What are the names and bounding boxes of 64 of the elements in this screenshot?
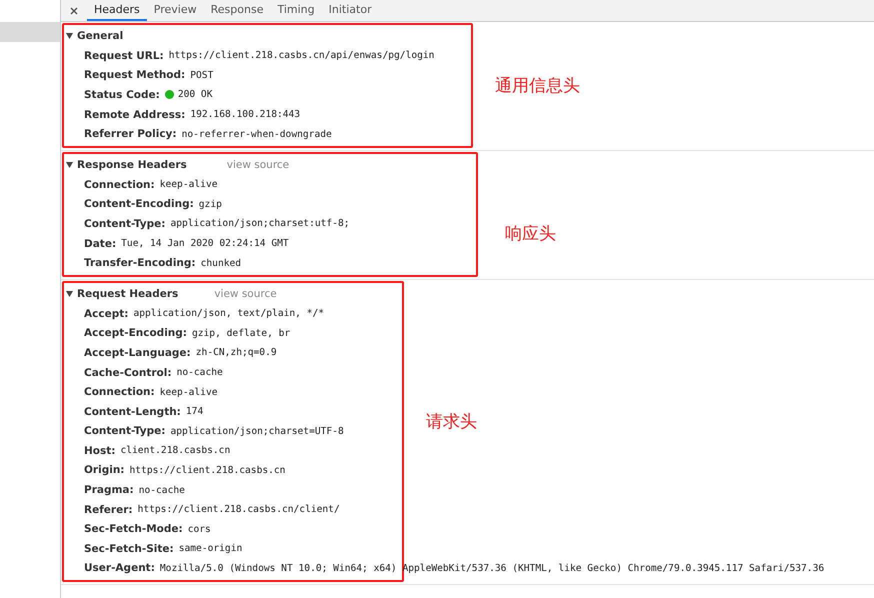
- header-name: Pragma:: [84, 484, 134, 496]
- header-name: Content-Encoding:: [84, 198, 194, 210]
- header-name: Host:: [84, 444, 116, 457]
- triangle-icon: [66, 290, 73, 297]
- header-value: keep-alive: [160, 179, 218, 190]
- header-value: no-cache: [176, 367, 223, 378]
- header-name: Content-Type:: [84, 425, 166, 438]
- header-name: Sec-Fetch-Mode:: [84, 523, 183, 536]
- header-name: Cache-Control:: [84, 366, 172, 379]
- tab[interactable]: Initiator: [322, 0, 379, 21]
- header-name: Connection:: [84, 178, 155, 191]
- annotation-label: 通用信息头: [495, 74, 580, 97]
- header-name: Content-Length:: [84, 406, 181, 418]
- header-name: Date:: [84, 238, 116, 250]
- annotation-label: 请求头: [426, 411, 477, 434]
- tab[interactable]: Headers: [87, 0, 147, 21]
- header-value: same-origin: [178, 543, 242, 554]
- header-name: Request Method:: [84, 69, 186, 82]
- header-value: no-cache: [138, 484, 185, 496]
- header-value: 200 OK: [178, 89, 212, 100]
- header-name: User-Agent:: [84, 562, 155, 574]
- triangle-icon: [66, 33, 73, 39]
- view-source-link[interactable]: view source: [226, 158, 290, 171]
- header-value: application/json;charset:utf-8;: [170, 218, 350, 230]
- header-name: Status Code:: [84, 88, 160, 101]
- header-name: Referer:: [84, 504, 133, 516]
- tab[interactable]: Response: [204, 0, 270, 21]
- header-value: gzip: [198, 198, 222, 210]
- tab[interactable]: Timing: [270, 0, 322, 21]
- triangle-icon: [66, 162, 73, 168]
- header-name: Remote Address:: [84, 108, 186, 121]
- header-value: client.218.casbs.cn: [120, 445, 230, 456]
- header-value: POST: [190, 70, 214, 81]
- header-name: Accept:: [84, 308, 128, 320]
- header-value: zh-CN,zh;q=0.9: [196, 347, 277, 358]
- tab[interactable]: Preview: [146, 0, 204, 21]
- header-value: cors: [188, 524, 211, 535]
- header-value: no-referrer-when-downgrade: [182, 128, 332, 140]
- section-header[interactable]: Request Headers: [66, 288, 178, 300]
- header-name: Content-Type:: [84, 218, 166, 230]
- header-value: https://client.218.casbs.cn: [130, 464, 286, 476]
- header-value: application/json, text/plain, */*: [133, 308, 324, 320]
- header-value: gzip, deflate, br: [192, 328, 290, 339]
- section-header[interactable]: General: [66, 30, 124, 42]
- header-name: Accept-Encoding:: [84, 327, 187, 340]
- header-value: keep-alive: [160, 386, 218, 398]
- header-value: https://client.218.casbs.cn/client/: [138, 504, 340, 516]
- header-name: Origin:: [84, 464, 124, 476]
- view-source-link[interactable]: view source: [214, 288, 277, 300]
- header-name: Request URL:: [84, 50, 164, 62]
- header-name: Sec-Fetch-Site:: [84, 542, 174, 555]
- header-value: 192.168.100.218:443: [190, 109, 300, 120]
- annotation-label: 响应头: [505, 222, 556, 245]
- header-name: Transfer-Encoding:: [84, 257, 196, 270]
- header-value: https://client.218.casbs.cn/api/enwas/pg/login: [168, 50, 434, 62]
- header-name: Referrer Policy:: [84, 128, 177, 140]
- section-header[interactable]: Response Headers: [66, 158, 187, 171]
- close-icon[interactable]: [70, 6, 78, 14]
- header-value: 174: [186, 406, 204, 418]
- header-name: Connection:: [84, 386, 155, 398]
- header-value: chunked: [200, 258, 242, 269]
- header-name: Accept-Language:: [84, 346, 191, 359]
- header-value: application/json;charset=UTF-8: [170, 426, 344, 437]
- header-value: Tue, 14 Jan 2020 02:24:14 GMT: [121, 238, 289, 250]
